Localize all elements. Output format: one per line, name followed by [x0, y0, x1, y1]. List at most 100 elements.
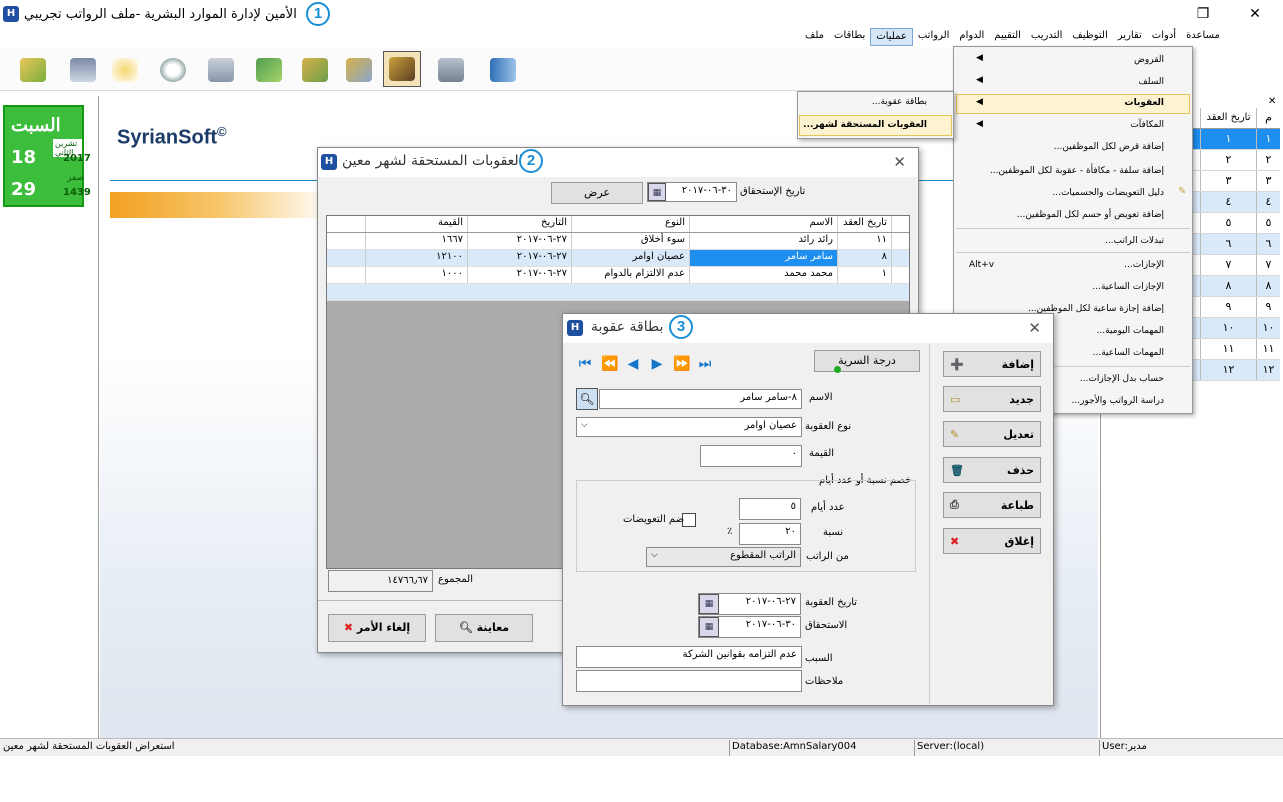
notes-field[interactable] — [576, 670, 802, 692]
print-button[interactable]: طباعة ⎙ — [943, 492, 1041, 518]
sum-field: ١٤٧٦٦٫٦٧ — [328, 570, 433, 592]
menu-item-salary-changes[interactable]: تبدلات الراتب... — [1105, 236, 1164, 246]
next-page-icon[interactable]: ⏩ — [673, 356, 690, 372]
first-record-icon[interactable]: ⏮ — [577, 356, 593, 372]
prev-page-icon[interactable]: ⏪ — [601, 356, 618, 372]
type-label: نوع العقوبة — [805, 421, 852, 432]
menu-salaries[interactable]: الرواتب — [913, 28, 955, 46]
menu-item-daily-missions[interactable]: المهمات اليومية... — [1097, 326, 1164, 336]
table-row[interactable]: ١١ رائد رائد سوء أخلاق ٢٧-٠٦-٢٠١٧ ١٦٦٧ — [327, 233, 909, 250]
delete-button[interactable]: حذف 🗑︎ — [943, 457, 1041, 483]
calendar-clock-icon — [208, 58, 234, 82]
show-button[interactable]: عرض — [551, 182, 643, 204]
tool-add-button[interactable] — [106, 52, 144, 88]
submenu-due-penalties[interactable]: العقوبات المستحقة لشهر... — [803, 120, 927, 130]
from-salary-select[interactable]: الراتب المقطوع — [646, 547, 801, 567]
app-icon[interactable]: H — [3, 6, 19, 22]
tool-folder-edit-button[interactable] — [340, 52, 378, 88]
menu-item-hourly-missions[interactable]: المهمات الساعية... — [1093, 348, 1164, 358]
penalty-date-label: تاريخ العقوبة — [805, 597, 858, 608]
tool-penalties-button[interactable] — [383, 51, 421, 87]
tool-exit-button[interactable] — [484, 52, 522, 88]
menu-item-add-advance-all[interactable]: إضافة سلفة - مكافأة - عقوبة لكل الموظفين… — [990, 166, 1164, 176]
add-label: إضافة — [1001, 357, 1034, 371]
brand-mark: © — [217, 124, 227, 139]
app-icon: H — [567, 320, 583, 336]
tool-salary-button[interactable] — [250, 52, 288, 88]
restore-button[interactable]: ❐ — [1188, 4, 1218, 24]
calendar-icon[interactable]: ▦ — [699, 594, 719, 614]
tool-employee-button[interactable] — [64, 52, 102, 88]
calendar-hij-month: صفر — [67, 173, 85, 183]
folder-arrow-icon — [20, 58, 46, 82]
row-num: ٨ — [1256, 276, 1280, 296]
add-button[interactable]: إضافة ➕ — [943, 351, 1041, 377]
menu-item-add-compensation-all[interactable]: إضافة تعويض أو حسم لكل الموظفين... — [1017, 210, 1164, 220]
menu-item-leave-allowance[interactable]: حساب بدل الإجازات... — [1080, 374, 1164, 384]
menu-item-bonuses[interactable]: المكافآت — [1130, 120, 1164, 130]
magnifier-icon: 🔍︎ — [458, 621, 473, 634]
tool-open-button[interactable] — [14, 52, 52, 88]
menu-file[interactable]: ملف — [800, 28, 829, 46]
new-button[interactable]: جديد ▭ — [943, 386, 1041, 412]
name-field[interactable]: ٨-سامر سامر — [599, 389, 802, 409]
close-icon[interactable]: ✕ — [1028, 319, 1041, 337]
include-compensations-checkbox[interactable] — [682, 513, 696, 527]
submenu-penalty-card[interactable]: بطاقة عقوبة... — [872, 97, 927, 107]
close-window-button[interactable]: إغلاق ✖ — [943, 528, 1041, 554]
row-num: ٦ — [1256, 234, 1280, 254]
tool-schedule-button[interactable] — [202, 52, 240, 88]
menu-item-loans[interactable]: القروض — [1134, 55, 1164, 65]
value-field[interactable]: ٠ — [700, 445, 802, 467]
row-value: ١٠ — [1200, 318, 1256, 338]
menu-operations[interactable]: عمليات — [870, 28, 913, 46]
calendar-greg-day: 18 — [11, 147, 37, 168]
printer-icon: ⎙ — [950, 498, 959, 511]
reason-field[interactable]: عدم التزامه بقوانين الشركة — [576, 646, 802, 668]
preview-label: معاينة — [476, 621, 510, 634]
close-button[interactable]: ✕ — [1240, 4, 1270, 24]
table-row[interactable]: ٨ سامر سامر عصيان اوامر ٢٧-٠٦-٢٠١٧ ١٢١٠٠ — [327, 250, 909, 267]
menu-hiring[interactable]: التوظيف — [1067, 28, 1112, 46]
days-field[interactable]: ٥ — [739, 498, 801, 520]
preview-button[interactable]: معاينة 🔍︎ — [435, 614, 533, 642]
secrecy-button[interactable]: درجة السرية — [814, 350, 920, 372]
calendar-greg-year: 2017 — [63, 153, 91, 164]
row-num: ٣ — [1256, 171, 1280, 191]
menu-item-add-loan-all[interactable]: إضافة قرض لكل الموظفين... — [1054, 142, 1164, 152]
menu-item-salary-study[interactable]: دراسة الرواتب والأجور... — [1072, 396, 1164, 406]
tool-attendance-button[interactable] — [154, 52, 192, 88]
menu-item-leaves[interactable]: الإجازات... — [1124, 260, 1164, 270]
calendar-icon[interactable]: ▦ — [648, 183, 666, 201]
percent-field[interactable]: ٢٠ — [739, 523, 801, 545]
menu-item-compensation-guide[interactable]: دليل التعويضات والحسميات... — [1052, 188, 1164, 198]
menu-help[interactable]: مساعدة — [1181, 28, 1225, 46]
menu-tools[interactable]: أدوات — [1147, 28, 1181, 46]
table-row-empty[interactable] — [327, 284, 909, 301]
menu-item-penalties[interactable]: العقوبات — [1125, 98, 1164, 108]
edit-button[interactable]: تعديل ✎ — [943, 421, 1041, 447]
brand-logo: SyrianSoft© — [117, 124, 227, 150]
col-date: التاريخ — [467, 216, 571, 232]
prev-record-icon[interactable]: ◀ — [625, 356, 641, 372]
menu-item-hourly-leaves[interactable]: الإجازات الساعية... — [1092, 282, 1164, 292]
calendar-icon[interactable]: ▦ — [699, 617, 719, 637]
menu-cards[interactable]: بطاقات — [829, 28, 870, 46]
close-icon[interactable]: ✕ — [893, 153, 906, 171]
cancel-button[interactable]: إلغاء الأمر ✖ — [328, 614, 426, 642]
right-panel-close-icon[interactable]: ✕ — [1268, 96, 1276, 107]
penalty-type-select[interactable]: عصيان اوامر — [576, 417, 802, 437]
last-record-icon[interactable]: ⏭ — [697, 356, 713, 372]
table-row[interactable]: ١ محمد محمد عدم الالتزام بالدوام ٢٧-٠٦-٢… — [327, 267, 909, 284]
menu-reports[interactable]: تقارير — [1113, 28, 1147, 46]
next-record-icon[interactable]: ▶ — [649, 356, 665, 372]
menu-attendance[interactable]: الدوام — [954, 28, 989, 46]
menu-item-advances[interactable]: السلف — [1138, 77, 1164, 87]
menu-training[interactable]: التدريب — [1026, 28, 1068, 46]
tool-calculator-button[interactable] — [432, 52, 470, 88]
row-value: ٥ — [1200, 213, 1256, 233]
menu-evaluation[interactable]: التقييم — [989, 28, 1026, 46]
pin-icon: ✎ — [1178, 186, 1187, 197]
search-icon[interactable]: 🔍︎ — [576, 388, 598, 410]
tool-folder-button[interactable] — [296, 52, 334, 88]
